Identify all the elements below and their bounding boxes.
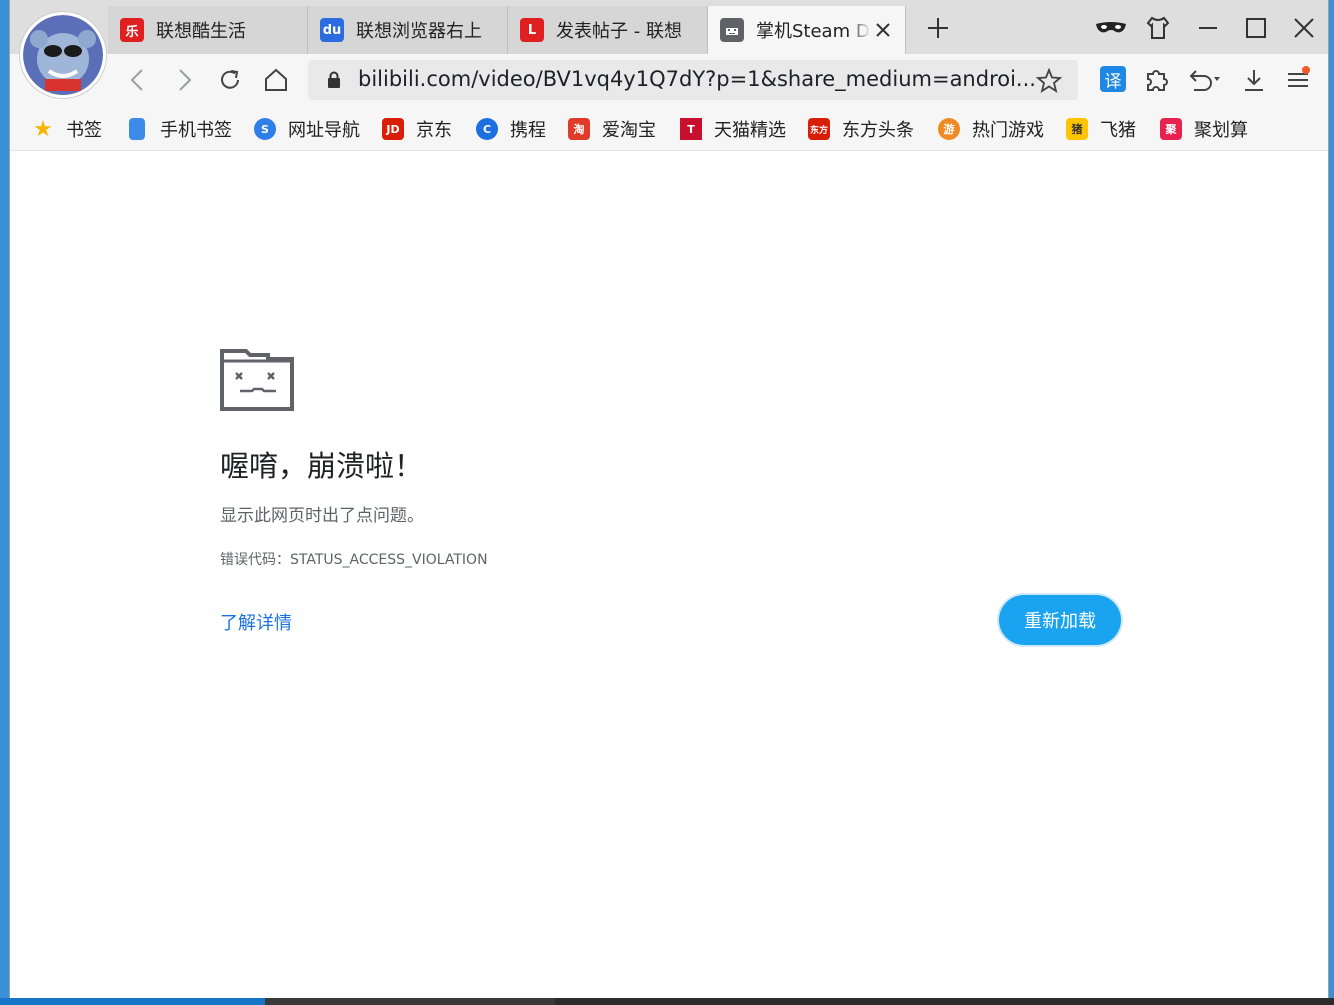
taobao-icon: 淘 bbox=[568, 118, 590, 140]
bookmark-item[interactable]: C 携程 bbox=[476, 116, 546, 142]
bookmarks-bar: ★ 书签 手机书签 S 网址导航 JD 京东 C 携程 淘 爱淘宝 T 天猫精选… bbox=[10, 106, 1328, 151]
bookmark-item[interactable]: 游 热门游戏 bbox=[938, 116, 1044, 142]
navigation-icon: S bbox=[254, 118, 276, 140]
tmall-icon: T bbox=[680, 118, 702, 140]
browser-window: 乐 联想酷生活 du 联想浏览器右上 L 发表帖子 - 联想 掌机Steam D bbox=[10, 0, 1328, 998]
skin-shirt-icon[interactable] bbox=[1144, 14, 1172, 42]
bookmark-label: 热门游戏 bbox=[972, 120, 1044, 141]
lock-icon[interactable] bbox=[324, 70, 344, 90]
bookmark-label: 天猫精选 bbox=[714, 120, 786, 141]
bookmark-label: 东方头条 bbox=[842, 120, 914, 141]
error-code: 错误代码：STATUS_ACCESS_VIOLATION bbox=[220, 552, 488, 568]
crash-description: 显示此网页时出了点问题。 bbox=[220, 506, 424, 526]
incognito-mask-icon[interactable] bbox=[1094, 14, 1128, 42]
bookmark-label: 手机书签 bbox=[160, 120, 232, 141]
bookmark-label: 携程 bbox=[510, 120, 546, 141]
bookmark-item[interactable]: T 天猫精选 bbox=[680, 116, 786, 142]
window-close-icon[interactable] bbox=[1290, 14, 1318, 42]
sad-page-icon bbox=[720, 18, 744, 42]
bookmark-item[interactable]: 手机书签 bbox=[126, 116, 232, 142]
bookmark-label: 网址导航 bbox=[288, 120, 360, 141]
taskbar-active-app[interactable] bbox=[0, 998, 265, 1005]
back-arrow-icon[interactable] bbox=[124, 66, 152, 94]
bookmark-label: 聚划算 bbox=[1194, 120, 1248, 141]
bookmark-label: 飞猪 bbox=[1100, 120, 1136, 141]
tab-label: 联想酷生活 bbox=[156, 21, 246, 42]
extensions-puzzle-icon[interactable] bbox=[1142, 66, 1170, 94]
tab-lenovo-life[interactable]: 乐 联想酷生活 bbox=[108, 6, 308, 54]
phone-icon bbox=[129, 118, 145, 140]
bookmark-item[interactable]: 淘 爱淘宝 bbox=[568, 116, 656, 142]
maximize-icon[interactable] bbox=[1242, 14, 1270, 42]
refresh-icon[interactable] bbox=[216, 66, 244, 94]
tab-post-thread[interactable]: L 发表帖子 - 联想 bbox=[508, 6, 708, 54]
home-icon[interactable] bbox=[262, 66, 290, 94]
undo-close-tab-icon[interactable] bbox=[1186, 66, 1226, 94]
taskbar-app[interactable] bbox=[265, 998, 555, 1005]
star-icon: ★ bbox=[33, 116, 53, 142]
juhuasuan-icon: 聚 bbox=[1160, 118, 1182, 140]
bookmark-label: 书签 bbox=[66, 120, 102, 141]
tab-label: 发表帖子 - 联想 bbox=[556, 21, 682, 42]
ctrip-icon: C bbox=[476, 118, 498, 140]
bookmark-item[interactable]: ★ 书签 bbox=[32, 116, 102, 142]
bookmark-item[interactable]: 聚 聚划算 bbox=[1160, 116, 1248, 142]
bookmark-item[interactable]: S 网址导航 bbox=[254, 116, 360, 142]
bookmark-item[interactable]: 东方 东方头条 bbox=[808, 116, 914, 142]
reload-button[interactable]: 重新加载 bbox=[999, 595, 1121, 645]
sad-folder-crash-icon bbox=[220, 349, 294, 411]
learn-more-link[interactable]: 了解详情 bbox=[220, 609, 292, 635]
minimize-icon[interactable] bbox=[1194, 14, 1222, 42]
address-bar[interactable]: bilibili.com/video/BV1vq4y1Q7dY?p=1&shar… bbox=[308, 60, 1078, 100]
bookmark-item[interactable]: JD 京东 bbox=[382, 116, 452, 142]
tab-favicon: L bbox=[520, 18, 544, 42]
bookmark-star-icon[interactable] bbox=[1036, 68, 1062, 94]
new-tab-plus-icon[interactable] bbox=[924, 14, 952, 42]
forward-arrow-icon[interactable] bbox=[170, 66, 198, 94]
bookmark-label: 京东 bbox=[416, 120, 452, 141]
tab-steam-deck[interactable]: 掌机Steam D bbox=[708, 6, 906, 54]
game-icon: 游 bbox=[938, 118, 960, 140]
tab-lenovo-browser[interactable]: du 联想浏览器右上 bbox=[308, 6, 508, 54]
bookmark-label: 爱淘宝 bbox=[602, 120, 656, 141]
tab-label: 联想浏览器右上 bbox=[356, 21, 482, 42]
fliggy-icon: 猪 bbox=[1066, 118, 1088, 140]
avatar-image bbox=[23, 15, 103, 95]
dftt-icon: 东方 bbox=[808, 118, 830, 140]
tab-favicon: 乐 bbox=[120, 18, 144, 42]
navigation-toolbar: bilibili.com/video/BV1vq4y1Q7dY?p=1&shar… bbox=[10, 54, 1328, 106]
tab-label: 掌机Steam D bbox=[756, 21, 870, 42]
page-content: 喔唷，崩溃啦！ 显示此网页时出了点问题。 错误代码：STATUS_ACCESS_… bbox=[10, 151, 1328, 998]
tab-bar: 乐 联想酷生活 du 联想浏览器右上 L 发表帖子 - 联想 掌机Steam D bbox=[10, 0, 1328, 98]
tab-close-icon[interactable] bbox=[871, 18, 895, 42]
url-text[interactable]: bilibili.com/video/BV1vq4y1Q7dY?p=1&shar… bbox=[358, 67, 1036, 91]
user-avatar[interactable] bbox=[20, 12, 106, 98]
download-icon[interactable] bbox=[1240, 66, 1268, 94]
taskbar bbox=[0, 998, 1334, 1005]
menu-hamburger-icon[interactable] bbox=[1284, 66, 1312, 94]
jd-icon: JD bbox=[382, 118, 404, 140]
crash-title: 喔唷，崩溃啦！ bbox=[220, 449, 424, 483]
tab-favicon: du bbox=[320, 18, 344, 42]
bookmark-item[interactable]: 猪 飞猪 bbox=[1066, 116, 1136, 142]
translate-icon[interactable]: 译 bbox=[1100, 66, 1126, 92]
